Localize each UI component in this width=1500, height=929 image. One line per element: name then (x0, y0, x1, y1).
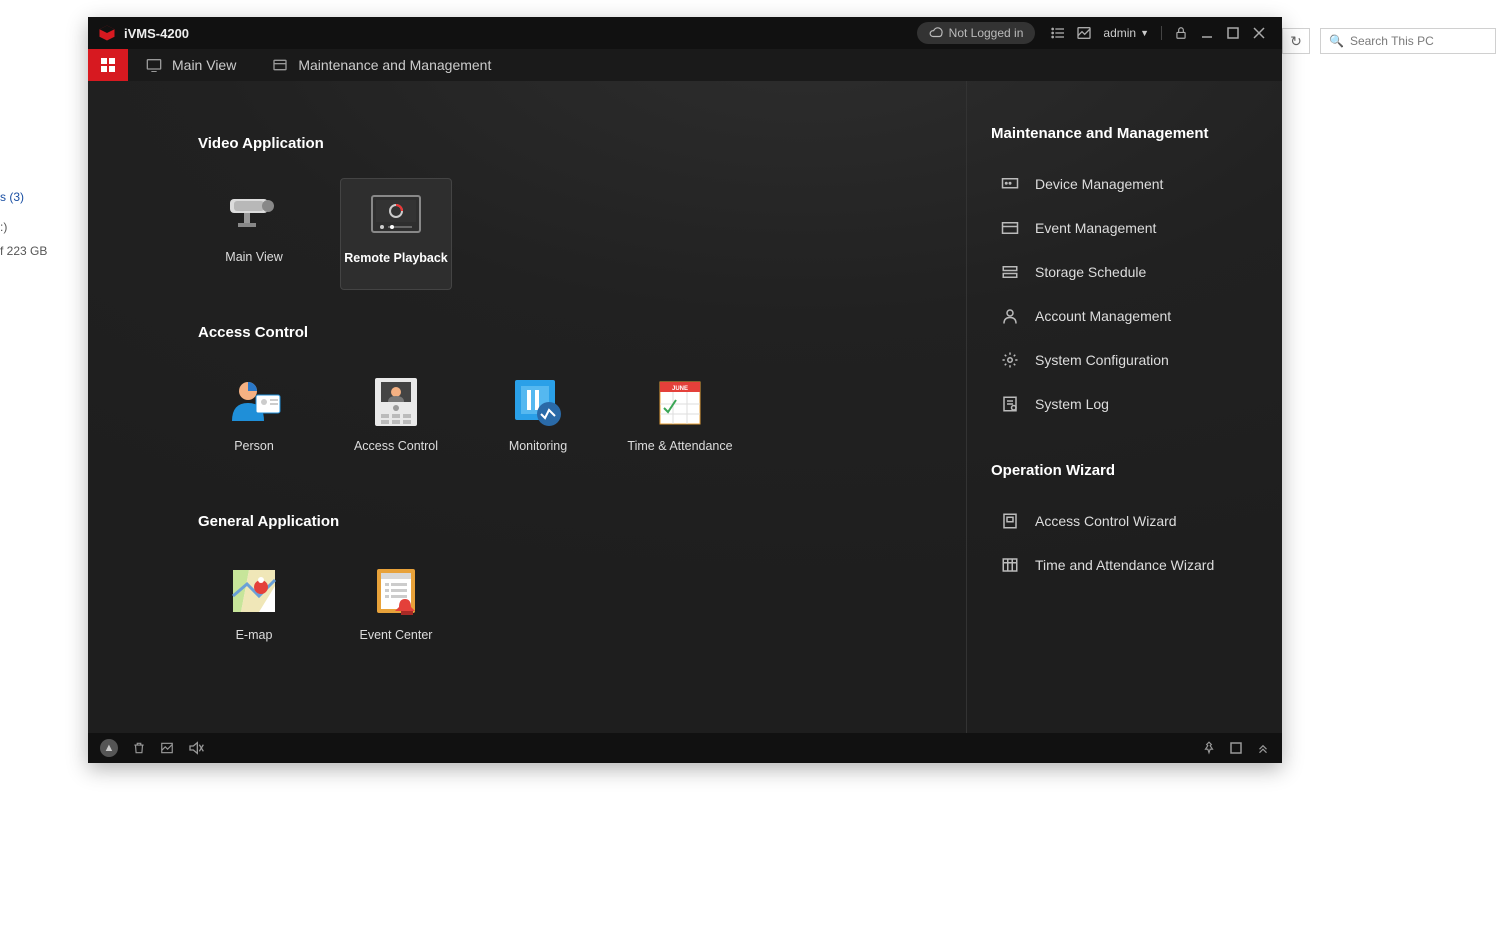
explorer-refresh-button[interactable]: ↻ (1282, 28, 1310, 54)
explorer-search-placeholder: Search This PC (1350, 34, 1434, 48)
section-video-title: Video Application (198, 135, 966, 152)
tab-maintenance[interactable]: Maintenance and Management (254, 49, 509, 81)
search-icon: 🔍 (1329, 34, 1344, 48)
login-status-text: Not Logged in (949, 26, 1024, 40)
tile-access-control[interactable]: Access Control (340, 367, 452, 479)
list-icon[interactable] (1048, 25, 1068, 41)
gear-icon (1001, 351, 1021, 369)
ritem-account-management[interactable]: Account Management (991, 294, 1282, 338)
ritem-ac-wizard[interactable]: Access Control Wizard (991, 499, 1282, 543)
person-icon (224, 375, 284, 429)
cloud-icon (929, 26, 943, 40)
tile-main-view[interactable]: Main View (198, 178, 310, 290)
calendar-icon: JUNE (650, 375, 710, 429)
right-panel: Maintenance and Management Device Manage… (966, 81, 1282, 733)
picture2-icon[interactable] (160, 741, 174, 755)
event-center-icon (366, 564, 426, 618)
body: Video Application Main View Remote Playb… (88, 81, 1282, 733)
monitor-icon (146, 58, 162, 72)
doorphone-icon (366, 375, 426, 429)
ritem-system-log-label: System Log (1035, 396, 1109, 412)
titlebar: iVMS-4200 Not Logged in admin ▼ (88, 17, 1282, 49)
left-panel: Video Application Main View Remote Playb… (88, 81, 966, 733)
ritem-ac-wizard-label: Access Control Wizard (1035, 513, 1177, 529)
camera-icon (224, 186, 284, 240)
picture-icon[interactable] (1074, 25, 1094, 41)
section-general-title: General Application (198, 513, 966, 530)
tile-person-label: Person (234, 439, 274, 453)
lock-icon[interactable] (1171, 26, 1191, 40)
explorer-side-drive[interactable]: :) (0, 220, 7, 234)
chevron-down-icon: ▼ (1140, 28, 1149, 38)
tab-main-view[interactable]: Main View (128, 49, 254, 81)
tile-access-control-label: Access Control (354, 439, 438, 453)
ritem-device-management-label: Device Management (1035, 176, 1163, 192)
login-status-pill[interactable]: Not Logged in (917, 22, 1036, 44)
explorer-side-free: f 223 GB (0, 244, 47, 258)
tile-emap-label: E-map (236, 628, 273, 642)
event-icon (1001, 221, 1021, 235)
minimize-button[interactable] (1197, 27, 1217, 39)
playback-icon (366, 187, 426, 241)
statusbar: ▲ (88, 733, 1282, 763)
ritem-storage-schedule-label: Storage Schedule (1035, 264, 1146, 280)
tile-monitoring-label: Monitoring (509, 439, 567, 453)
tabbar: Main View Maintenance and Management (88, 49, 1282, 81)
right-maintenance-heading: Maintenance and Management (991, 125, 1282, 142)
app-title: iVMS-4200 (124, 26, 189, 41)
explorer-side-link[interactable]: s (3) (0, 190, 24, 204)
ritem-storage-schedule[interactable]: Storage Schedule (991, 250, 1282, 294)
tab-main-view-label: Main View (172, 57, 236, 73)
user-menu[interactable]: admin ▼ (1103, 26, 1149, 40)
ritem-ta-wizard-label: Time and Attendance Wizard (1035, 557, 1214, 573)
account-icon (1001, 307, 1021, 325)
ritem-system-config-label: System Configuration (1035, 352, 1169, 368)
right-opwizard-heading: Operation Wizard (991, 462, 1282, 479)
app-logo-icon (98, 24, 116, 42)
mute-icon[interactable] (188, 741, 204, 755)
alert-icon[interactable]: ▲ (100, 739, 118, 757)
tile-emap[interactable]: E-map (198, 556, 310, 668)
ac-wizard-icon (1001, 512, 1021, 530)
svg-text:JUNE: JUNE (672, 386, 688, 392)
explorer-search-input[interactable]: 🔍 Search This PC (1320, 28, 1496, 54)
monitoring-icon (508, 375, 568, 429)
tab-maintenance-label: Maintenance and Management (298, 57, 491, 73)
section-access-title: Access Control (198, 324, 966, 341)
ritem-account-management-label: Account Management (1035, 308, 1171, 324)
pin-icon[interactable] (1202, 741, 1216, 755)
maximize-button[interactable] (1223, 27, 1243, 39)
user-menu-label: admin (1103, 26, 1136, 40)
ritem-ta-wizard[interactable]: Time and Attendance Wizard (991, 543, 1282, 587)
tile-main-view-label: Main View (225, 250, 282, 264)
trash-icon[interactable] (132, 741, 146, 755)
storage-icon (1001, 264, 1021, 280)
restore-icon[interactable] (1230, 742, 1242, 754)
tile-time-attendance-label: Time & Attendance (627, 439, 732, 453)
tile-remote-playback-label: Remote Playback (344, 251, 448, 265)
ritem-device-management[interactable]: Device Management (991, 162, 1282, 206)
ritem-event-management-label: Event Management (1035, 220, 1156, 236)
ivms-app-window: iVMS-4200 Not Logged in admin ▼ (88, 17, 1282, 763)
ritem-system-config[interactable]: System Configuration (991, 338, 1282, 382)
ritem-system-log[interactable]: System Log (991, 382, 1282, 426)
tile-remote-playback[interactable]: Remote Playback (340, 178, 452, 290)
ta-wizard-icon (1001, 556, 1021, 574)
tile-person[interactable]: Person (198, 367, 310, 479)
ritem-event-management[interactable]: Event Management (991, 206, 1282, 250)
log-icon (1001, 395, 1021, 413)
separator (1161, 26, 1162, 40)
tile-time-attendance[interactable]: JUNE Time & Attendance (624, 367, 736, 479)
tile-event-center[interactable]: Event Center (340, 556, 452, 668)
device-icon (1001, 177, 1021, 191)
maintenance-icon (272, 58, 288, 72)
home-tab[interactable] (88, 49, 128, 81)
tile-monitoring[interactable]: Monitoring (482, 367, 594, 479)
collapse-icon[interactable] (1256, 741, 1270, 755)
tile-event-center-label: Event Center (360, 628, 433, 642)
close-button[interactable] (1249, 27, 1269, 39)
map-icon (224, 564, 284, 618)
